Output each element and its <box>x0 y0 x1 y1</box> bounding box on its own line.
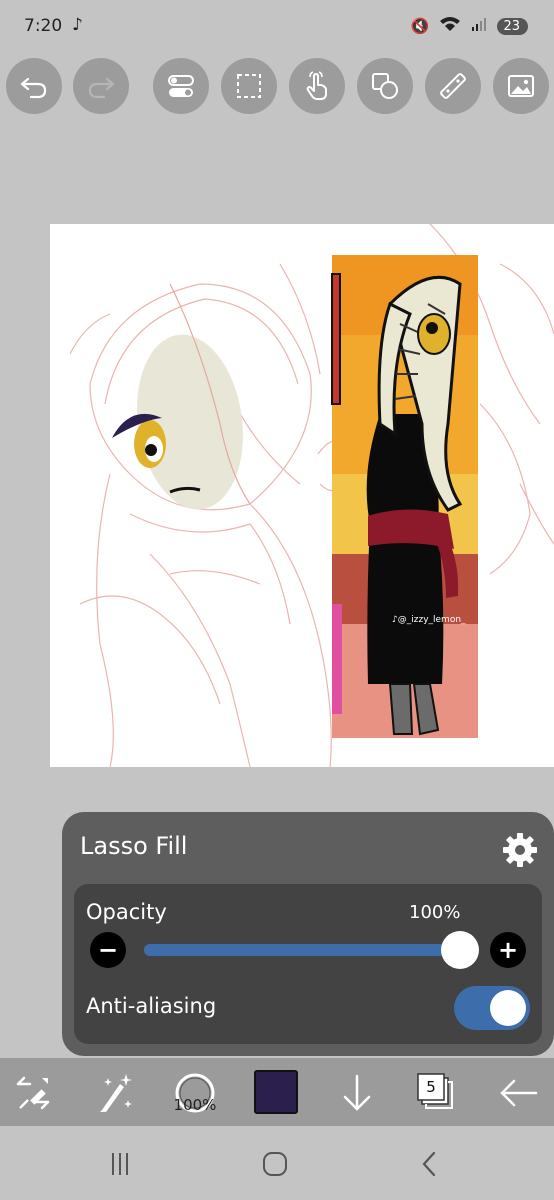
navigation-bar <box>0 1126 554 1200</box>
undo-icon <box>20 77 47 99</box>
back-icon <box>422 1151 436 1177</box>
download-button[interactable] <box>332 1068 382 1118</box>
opacity-increase-button[interactable]: + <box>490 932 526 968</box>
back-arrow-button[interactable] <box>494 1068 544 1118</box>
minus-icon: − <box>97 936 119 964</box>
selection-button[interactable] <box>221 58 277 114</box>
redo-button[interactable] <box>73 58 129 114</box>
toggle-settings-icon <box>168 75 194 97</box>
drawing-canvas[interactable]: ♪@_izzy_lemon_ <box>50 224 554 767</box>
status-icons: 🔇 23 <box>411 16 528 36</box>
color-swatch[interactable] <box>254 1070 298 1114</box>
image-button[interactable] <box>493 58 549 114</box>
opacity-decrease-button[interactable]: − <box>90 932 126 968</box>
anti-aliasing-toggle[interactable] <box>454 986 530 1030</box>
tiktok-notification-icon: ♪ <box>72 15 83 35</box>
lasso-fill-panel: Lasso Fill Opacity 100% − + Anti-aliasin… <box>62 812 554 1056</box>
plus-icon: + <box>497 936 519 964</box>
battery-indicator: 23 <box>497 17 528 35</box>
status-bar: 7:20 ♪ 🔇 23 <box>0 0 554 52</box>
slider-fill <box>144 944 460 956</box>
gear-icon[interactable] <box>500 830 540 870</box>
layers-button[interactable]: 5 <box>412 1068 462 1118</box>
redo-icon <box>88 77 115 99</box>
signal-icon <box>471 16 487 36</box>
opacity-value: 100% <box>409 902 461 923</box>
toggle-settings-button[interactable] <box>153 58 209 114</box>
undo-button[interactable] <box>6 58 62 114</box>
arrow-left-icon <box>500 1079 538 1107</box>
ruler-button[interactable] <box>425 58 481 114</box>
transform-icon <box>16 1076 50 1110</box>
shapes-icon <box>372 73 398 99</box>
layer-count: 5 <box>426 1078 436 1096</box>
slider-knob[interactable] <box>441 931 479 969</box>
brush-size-button[interactable]: 100% <box>170 1068 220 1118</box>
ruler-icon <box>440 73 466 99</box>
settings-section: Opacity 100% − + Anti-aliasing <box>74 884 542 1044</box>
panel-title: Lasso Fill <box>80 832 188 860</box>
arrow-down-icon <box>343 1074 371 1111</box>
selection-icon <box>237 74 261 98</box>
home-button[interactable] <box>255 1146 295 1182</box>
opacity-slider[interactable] <box>132 931 479 969</box>
home-icon <box>263 1152 287 1176</box>
mute-icon: 🔇 <box>410 17 430 35</box>
brush-tool-button[interactable] <box>88 1068 138 1118</box>
transform-button[interactable] <box>8 1068 58 1118</box>
wifi-icon <box>439 16 461 36</box>
image-icon <box>508 75 534 97</box>
watermark-text: ♪@_izzy_lemon_ <box>392 615 466 625</box>
touch-gesture-icon <box>306 71 327 100</box>
anti-aliasing-label: Anti-aliasing <box>86 994 217 1018</box>
recents-icon <box>112 1153 128 1175</box>
brush-size-value: 100% <box>173 1096 217 1114</box>
opacity-label: Opacity <box>86 900 167 924</box>
toggle-knob <box>490 990 526 1026</box>
clock: 7:20 <box>24 16 63 36</box>
shapes-button[interactable] <box>357 58 413 114</box>
recents-button[interactable] <box>100 1146 140 1182</box>
touch-gesture-button[interactable] <box>289 58 345 114</box>
back-button[interactable] <box>410 1146 450 1182</box>
magic-brush-icon <box>100 1074 132 1112</box>
